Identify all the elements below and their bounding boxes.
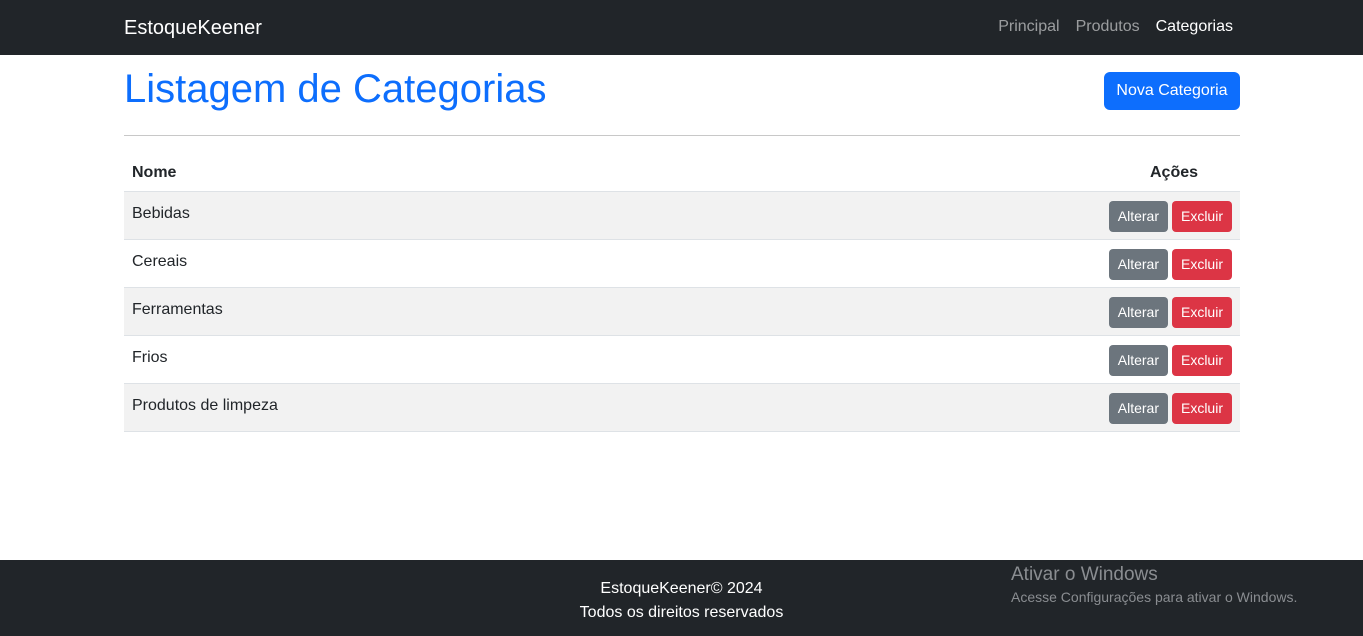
edit-button[interactable]: Alterar (1108, 249, 1168, 280)
row-actions: Alterar Excluir (1108, 249, 1232, 280)
row-actions: Alterar Excluir (1108, 297, 1232, 328)
brand-link[interactable]: EstoqueKeener (124, 16, 262, 40)
category-name: Ferramentas (132, 301, 223, 318)
delete-button[interactable]: Excluir (1171, 393, 1232, 424)
table-row: Ferramentas Alterar Excluir (124, 288, 1240, 336)
edit-button[interactable]: Alterar (1108, 393, 1168, 424)
edit-button[interactable]: Alterar (1108, 345, 1168, 376)
column-header-name: Nome (132, 164, 177, 181)
row-actions: Alterar Excluir (1108, 393, 1232, 424)
edit-button[interactable]: Alterar (1108, 201, 1168, 232)
new-category-button[interactable]: Nova Categoria (1104, 72, 1240, 110)
footer-rights: Todos os direitos reservados (579, 604, 784, 621)
edit-button[interactable]: Alterar (1108, 297, 1168, 328)
delete-button[interactable]: Excluir (1171, 201, 1232, 232)
windows-activation-title: Ativar o Windows (1011, 564, 1158, 585)
divider (124, 135, 1240, 136)
nav-link-categorias[interactable]: Categorias (1156, 17, 1233, 37)
page-title: Listagem de Categorias (124, 67, 547, 111)
delete-button[interactable]: Excluir (1171, 345, 1232, 376)
windows-activation-subtitle: Acesse Configurações para ativar o Windo… (1011, 589, 1298, 605)
table-row: Cereais Alterar Excluir (124, 240, 1240, 288)
table-row: Bebidas Alterar Excluir (124, 192, 1240, 240)
delete-button[interactable]: Excluir (1171, 297, 1232, 328)
category-name: Bebidas (132, 205, 190, 222)
table-row: Produtos de limpeza Alterar Excluir (124, 384, 1240, 432)
delete-button[interactable]: Excluir (1171, 249, 1232, 280)
category-name: Frios (132, 349, 168, 366)
table-header: Nome Ações (124, 152, 1240, 192)
table-row: Frios Alterar Excluir (124, 336, 1240, 384)
nav-link-principal[interactable]: Principal (998, 17, 1059, 37)
nav-links: Principal Produtos Categorias (998, 17, 1233, 37)
nav-link-produtos[interactable]: Produtos (1076, 17, 1140, 37)
category-name: Produtos de limpeza (132, 397, 278, 414)
category-name: Cereais (132, 253, 188, 270)
column-header-actions: Ações (1150, 164, 1199, 181)
categories-table: Nome Ações Bebidas Alterar Excluir Cerea… (124, 152, 1240, 432)
top-navbar: EstoqueKeener Principal Produtos Categor… (0, 0, 1363, 55)
row-actions: Alterar Excluir (1108, 201, 1232, 232)
row-actions: Alterar Excluir (1108, 345, 1232, 376)
